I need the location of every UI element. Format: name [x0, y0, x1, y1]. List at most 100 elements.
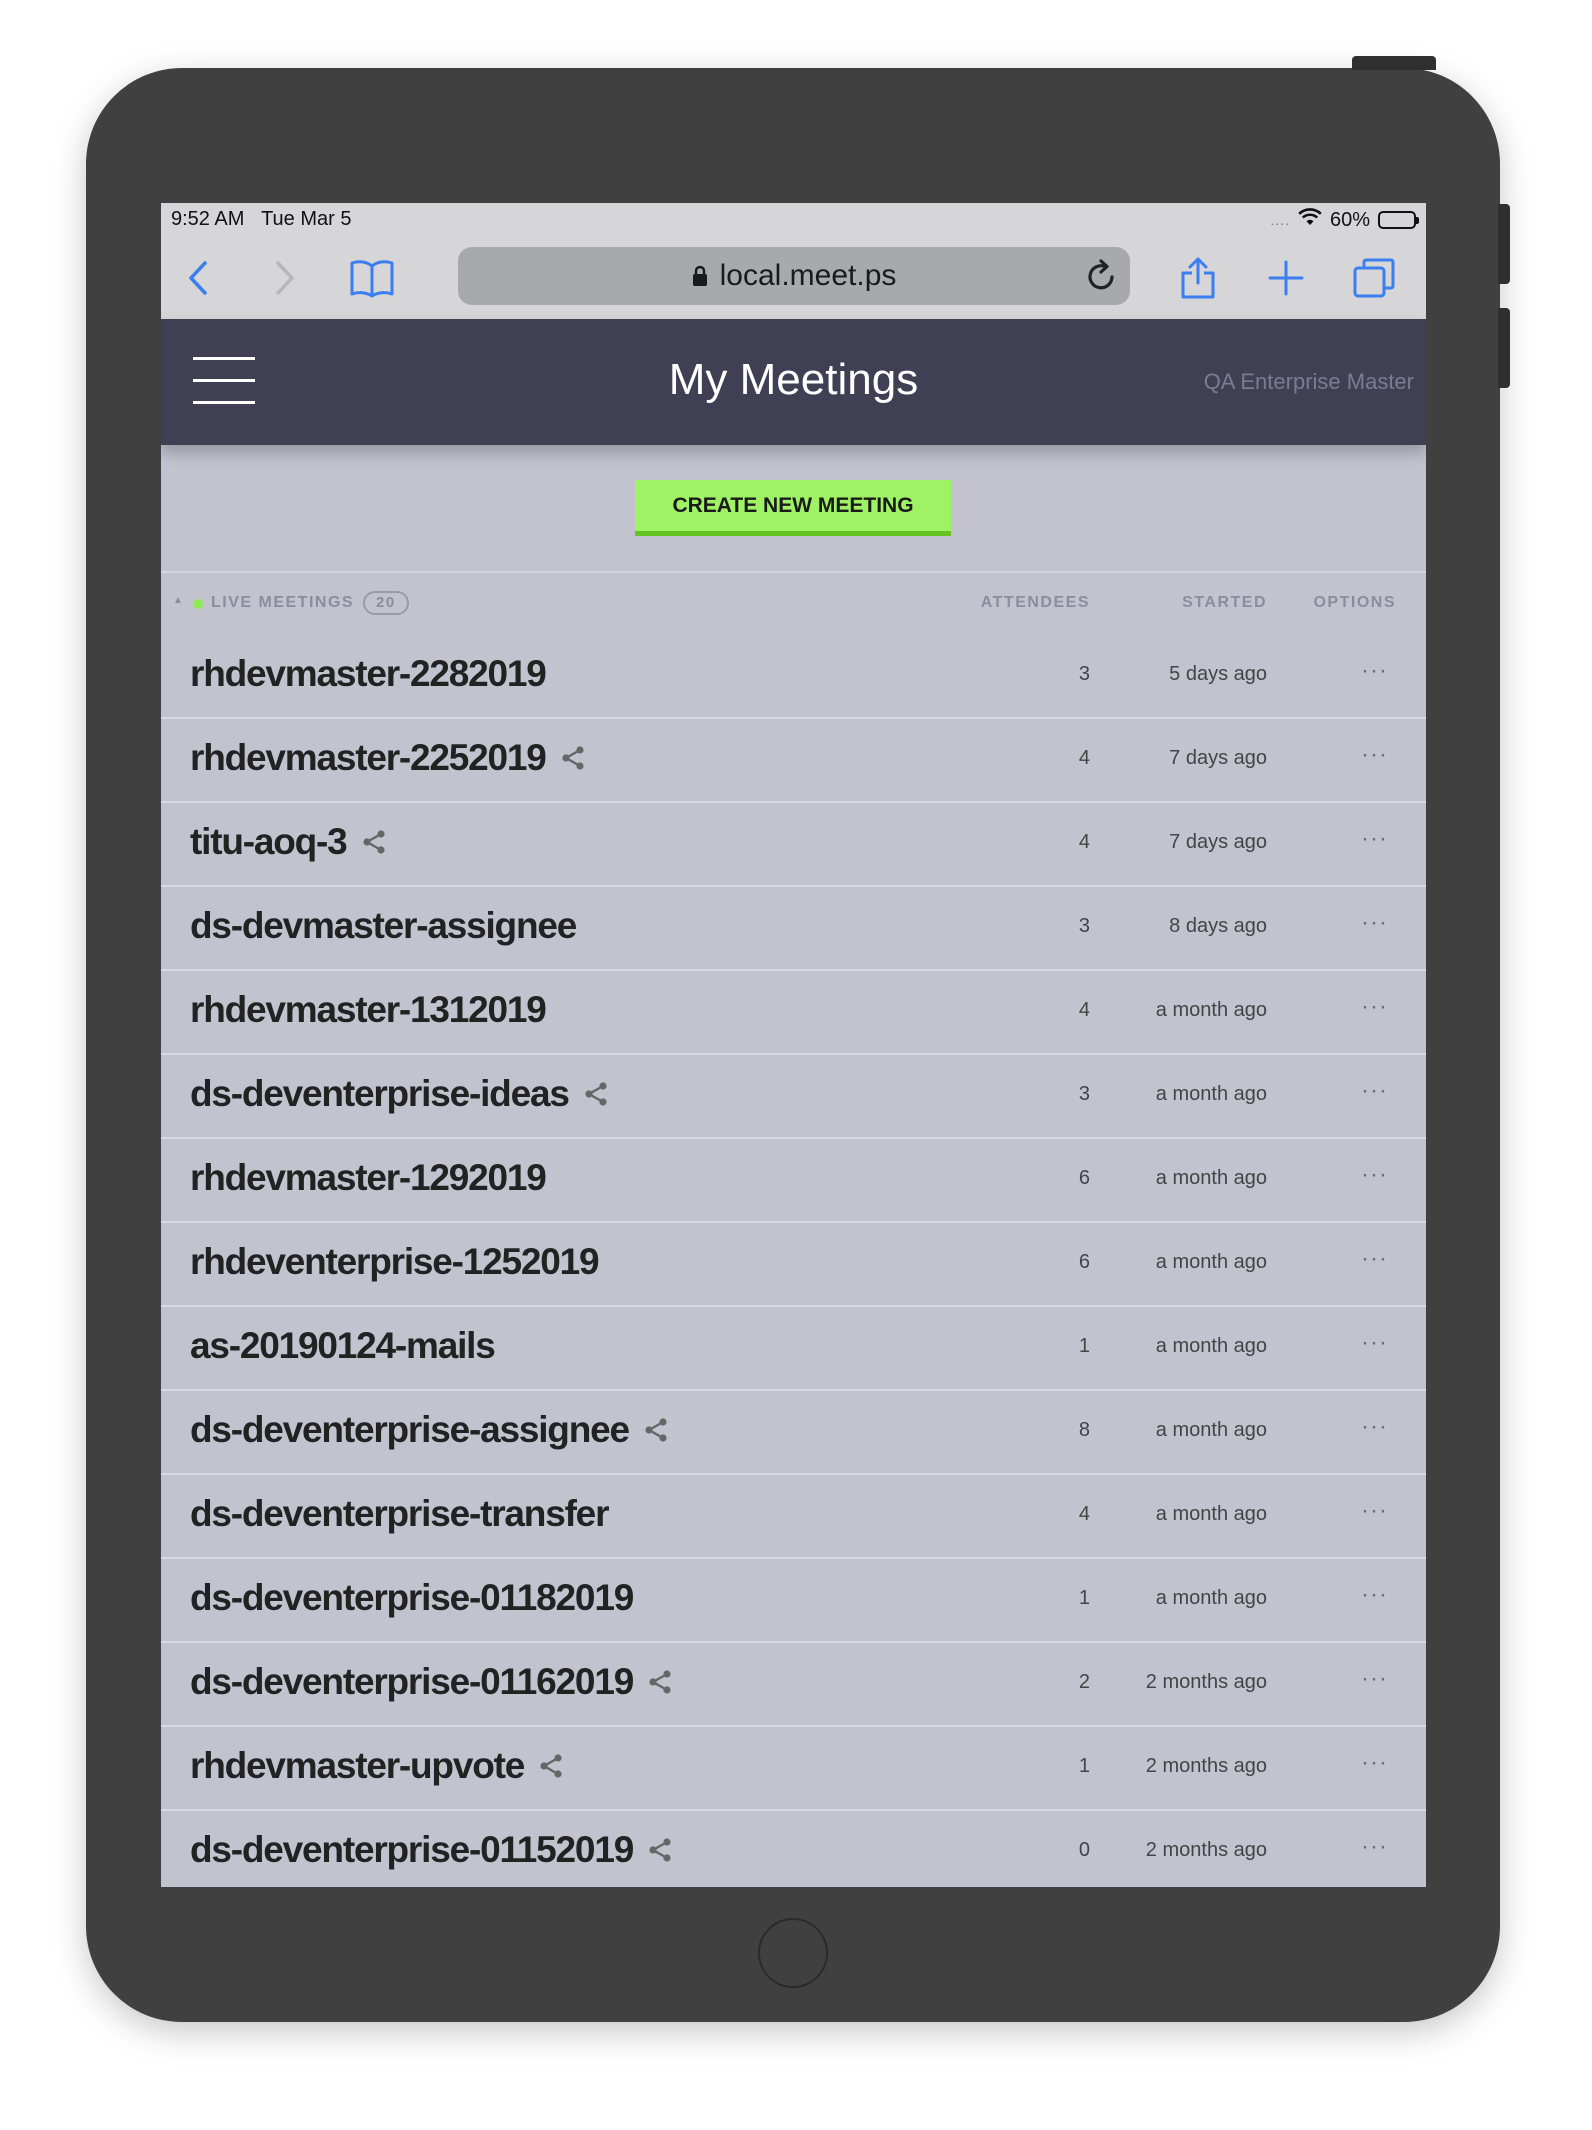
- more-options-icon[interactable]: ···: [1361, 993, 1388, 1021]
- meeting-name-text: ds-deventerprise-01152019: [190, 1829, 634, 1870]
- started-time: a month ago: [1155, 1251, 1267, 1273]
- started-time: 2 months ago: [1145, 1839, 1267, 1861]
- meeting-name-text: titu-aoq-3: [190, 821, 348, 862]
- tabs-icon[interactable]: [1347, 251, 1401, 305]
- share-icon[interactable]: [560, 745, 586, 771]
- more-options-icon[interactable]: ···: [1361, 1581, 1388, 1609]
- started-time: a month ago: [1155, 1167, 1267, 1189]
- attendee-count: 4: [1078, 1503, 1090, 1525]
- back-icon[interactable]: [171, 251, 225, 305]
- new-tab-icon[interactable]: [1259, 251, 1313, 305]
- meeting-name[interactable]: ds-deventerprise-01182019: [190, 1577, 634, 1619]
- more-options-icon[interactable]: ···: [1361, 909, 1388, 937]
- lock-icon: [692, 265, 708, 287]
- address-bar[interactable]: local.meet.ps: [458, 247, 1130, 305]
- meeting-name[interactable]: rhdevmaster-1292019: [190, 1157, 547, 1199]
- meeting-name[interactable]: ds-deventerprise-assignee: [190, 1409, 669, 1451]
- more-options-icon[interactable]: ···: [1361, 1245, 1388, 1273]
- table-row[interactable]: ds-deventerprise-01152019 0 2 months ago ··…: [161, 1811, 1426, 1887]
- status-right: .... 60%: [1270, 208, 1419, 232]
- meeting-name[interactable]: ds-deventerprise-ideas: [190, 1073, 609, 1115]
- section-label[interactable]: LIVE MEETINGS: [211, 594, 354, 612]
- attendee-count: 4: [1078, 747, 1090, 769]
- attendee-count: 1: [1078, 1755, 1090, 1777]
- table-row[interactable]: rhdeventerprise-1252019 6 a month ago ···: [161, 1223, 1426, 1307]
- meeting-name[interactable]: rhdevmaster-2282019: [190, 653, 547, 695]
- meeting-name[interactable]: ds-devmaster-assignee: [190, 905, 577, 947]
- table-row[interactable]: rhdevmaster-1312019 4 a month ago ···: [161, 971, 1426, 1055]
- more-options-icon[interactable]: ···: [1361, 1413, 1388, 1441]
- table-row[interactable]: ds-deventerprise-transfer 4 a month ago ···: [161, 1475, 1426, 1559]
- more-options-icon[interactable]: ···: [1361, 1077, 1388, 1105]
- share-icon[interactable]: [583, 1081, 609, 1107]
- share-icon[interactable]: [647, 1837, 673, 1863]
- bookmarks-icon[interactable]: [345, 251, 399, 305]
- more-options-icon[interactable]: ···: [1361, 1665, 1388, 1693]
- more-options-icon[interactable]: ···: [1361, 1161, 1388, 1189]
- meeting-name[interactable]: rhdeventerprise-1252019: [190, 1241, 600, 1283]
- meeting-count-badge: 20: [363, 591, 409, 615]
- meeting-name-text: ds-deventerprise-01182019: [190, 1577, 634, 1618]
- meeting-name[interactable]: rhdevmaster-upvote: [190, 1745, 564, 1787]
- more-options-icon[interactable]: ···: [1361, 657, 1388, 685]
- more-options-icon[interactable]: ···: [1361, 1329, 1388, 1357]
- meeting-name-text: ds-deventerprise-01162019: [190, 1661, 634, 1702]
- meeting-list: rhdevmaster-2282019 3 5 days ago ··· rhdevma…: [161, 635, 1426, 1887]
- meeting-name-text: ds-devmaster-assignee: [190, 905, 577, 946]
- attendee-count: 3: [1078, 915, 1090, 937]
- table-row[interactable]: rhdevmaster-1292019 6 a month ago ···: [161, 1139, 1426, 1223]
- more-options-icon[interactable]: ···: [1361, 825, 1388, 853]
- attendee-count: 4: [1078, 999, 1090, 1021]
- meeting-name[interactable]: ds-deventerprise-01162019: [190, 1661, 673, 1703]
- table-row[interactable]: rhdevmaster-2282019 3 5 days ago ···: [161, 635, 1426, 719]
- meeting-name-text: ds-deventerprise-assignee: [190, 1409, 630, 1450]
- column-header-started[interactable]: STARTED: [1182, 594, 1267, 612]
- table-row[interactable]: rhdevmaster-upvote 1 2 months ago ···: [161, 1727, 1426, 1811]
- table-row[interactable]: ds-deventerprise-assignee 8 a month ago ···: [161, 1391, 1426, 1475]
- meeting-name[interactable]: rhdevmaster-1312019: [190, 989, 547, 1031]
- reload-icon[interactable]: [1084, 257, 1118, 301]
- started-time: 8 days ago: [1169, 915, 1267, 937]
- meeting-name[interactable]: rhdevmaster-2252019: [190, 737, 586, 779]
- forward-icon[interactable]: [258, 251, 312, 305]
- attendee-count: 3: [1078, 1083, 1090, 1105]
- url-text: local.meet.ps: [719, 259, 897, 292]
- meeting-name[interactable]: ds-deventerprise-transfer: [190, 1493, 609, 1535]
- table-row[interactable]: ds-deventerprise-01162019 2 2 months ago ··…: [161, 1643, 1426, 1727]
- share-sheet-icon[interactable]: [1171, 251, 1225, 305]
- meeting-name[interactable]: titu-aoq-3: [190, 821, 387, 863]
- table-row[interactable]: ds-devmaster-assignee 3 8 days ago ···: [161, 887, 1426, 971]
- share-icon[interactable]: [538, 1753, 564, 1779]
- started-time: 7 days ago: [1169, 831, 1267, 853]
- attendee-count: 3: [1078, 663, 1090, 685]
- more-options-icon[interactable]: ···: [1361, 1497, 1388, 1525]
- time-text: 9:52 AM: [171, 208, 245, 230]
- status-bar: 9:52 AM Tue Mar 5 .... 60%: [161, 203, 1426, 237]
- column-header-attendees[interactable]: ATTENDEES: [981, 594, 1090, 612]
- browser-toolbar: local.meet.ps: [161, 237, 1426, 319]
- home-button[interactable]: [758, 1918, 828, 1988]
- table-row[interactable]: rhdevmaster-2252019 4 7 days ago ···: [161, 719, 1426, 803]
- share-icon[interactable]: [647, 1669, 673, 1695]
- table-row[interactable]: ds-deventerprise-01182019 1 a month ago ···: [161, 1559, 1426, 1643]
- table-row[interactable]: as-20190124-mails 1 a month ago ···: [161, 1307, 1426, 1391]
- meeting-name[interactable]: as-20190124-mails: [190, 1325, 496, 1367]
- started-time: 7 days ago: [1169, 747, 1267, 769]
- started-time: 2 months ago: [1145, 1755, 1267, 1777]
- meeting-name[interactable]: ds-deventerprise-01152019: [190, 1829, 673, 1871]
- collapse-triangle-icon[interactable]: ▲: [173, 595, 184, 606]
- more-options-icon[interactable]: ···: [1361, 1749, 1388, 1777]
- meeting-name-text: rhdeventerprise-1252019: [190, 1241, 600, 1282]
- table-row[interactable]: ds-deventerprise-ideas 3 a month ago ···: [161, 1055, 1426, 1139]
- meeting-name-text: rhdevmaster-2282019: [190, 653, 547, 694]
- battery-icon: [1378, 211, 1419, 229]
- share-icon[interactable]: [361, 829, 387, 855]
- org-name[interactable]: QA Enterprise Master: [1204, 369, 1414, 395]
- more-options-icon[interactable]: ···: [1361, 1833, 1388, 1861]
- table-row[interactable]: titu-aoq-3 4 7 days ago ···: [161, 803, 1426, 887]
- meeting-name-text: ds-deventerprise-ideas: [190, 1073, 570, 1114]
- started-time: a month ago: [1155, 1587, 1267, 1609]
- create-meeting-button[interactable]: CREATE NEW MEETING: [635, 480, 951, 536]
- more-options-icon[interactable]: ···: [1361, 741, 1388, 769]
- share-icon[interactable]: [643, 1417, 669, 1443]
